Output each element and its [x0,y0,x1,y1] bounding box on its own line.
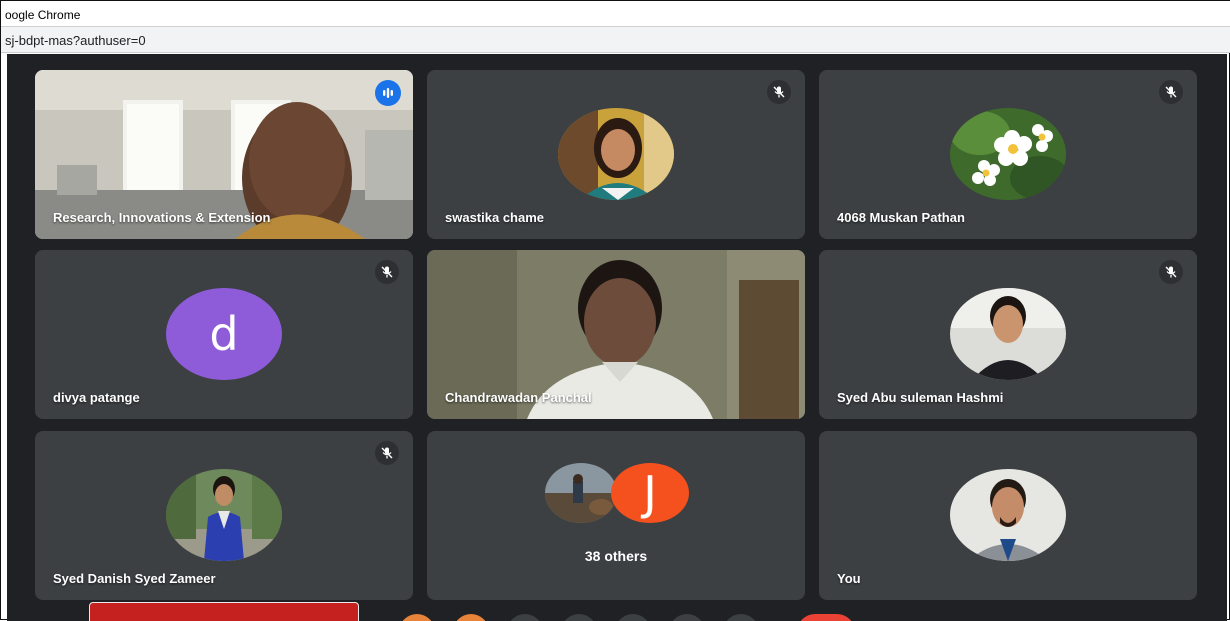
mute-indicator [767,80,791,104]
others-avatar-group: J [545,463,695,527]
address-bar[interactable]: sj-bdpt-mas?authuser=0 [1,27,1230,53]
mute-indicator [375,441,399,465]
participant-avatar [950,108,1066,200]
url-text[interactable]: sj-bdpt-mas?authuser=0 [5,33,146,48]
speaking-indicator [375,80,401,106]
participant-avatar [545,463,617,523]
participant-tile-muskan[interactable]: 4068 Muskan Pathan [819,70,1197,239]
participant-tile-others[interactable]: J 38 others [427,431,805,600]
participant-avatar [558,108,674,200]
others-count: 38 others [584,548,648,564]
participant-tile-you[interactable]: You [819,431,1197,600]
participant-tile-syed-abu[interactable]: Syed Abu suleman Hashmi [819,250,1197,419]
participant-name: divya patange [53,390,140,405]
browser-window: oogle Chrome sj-bdpt-mas?authuser=0 Rese… [0,0,1230,621]
mic-off-icon [1165,86,1177,98]
call-controls-bar [7,602,1227,621]
meeting-grid: Research, Innovations & Extension swasti… [7,54,1227,621]
participant-name: Chandrawadan Panchal [445,390,592,405]
mic-off-icon [773,86,785,98]
participant-avatar: d [166,288,282,380]
audio-level-icon [383,88,393,98]
mute-indicator [1159,80,1183,104]
mic-off-icon [381,266,393,278]
present-now-button[interactable] [89,602,359,621]
participant-name: 4068 Muskan Pathan [837,210,965,225]
participant-name: Research, Innovations & Extension [53,210,271,225]
participant-tile-swastika[interactable]: swastika chame [427,70,805,239]
participant-name: Syed Danish Syed Zameer [53,571,216,586]
participant-avatar [950,288,1066,380]
participant-tile-research[interactable]: Research, Innovations & Extension [35,70,413,239]
participant-avatar [166,469,282,561]
mic-off-icon [381,447,393,459]
mic-off-icon [1165,266,1177,278]
participant-tile-divya[interactable]: d divya patange [35,250,413,419]
participant-name: Syed Abu suleman Hashmi [837,390,1004,405]
mute-indicator [375,260,399,284]
participant-tile-syed-danish[interactable]: Syed Danish Syed Zameer [35,431,413,600]
participant-avatar [950,469,1066,561]
participant-avatar: J [611,463,689,523]
participant-tile-chandrawadan[interactable]: Chandrawadan Panchal [427,250,805,419]
window-title: oogle Chrome [5,8,81,22]
participant-name: You [837,571,861,586]
participant-name: swastika chame [445,210,545,225]
title-bar: oogle Chrome [1,1,1230,27]
mute-indicator [1159,260,1183,284]
